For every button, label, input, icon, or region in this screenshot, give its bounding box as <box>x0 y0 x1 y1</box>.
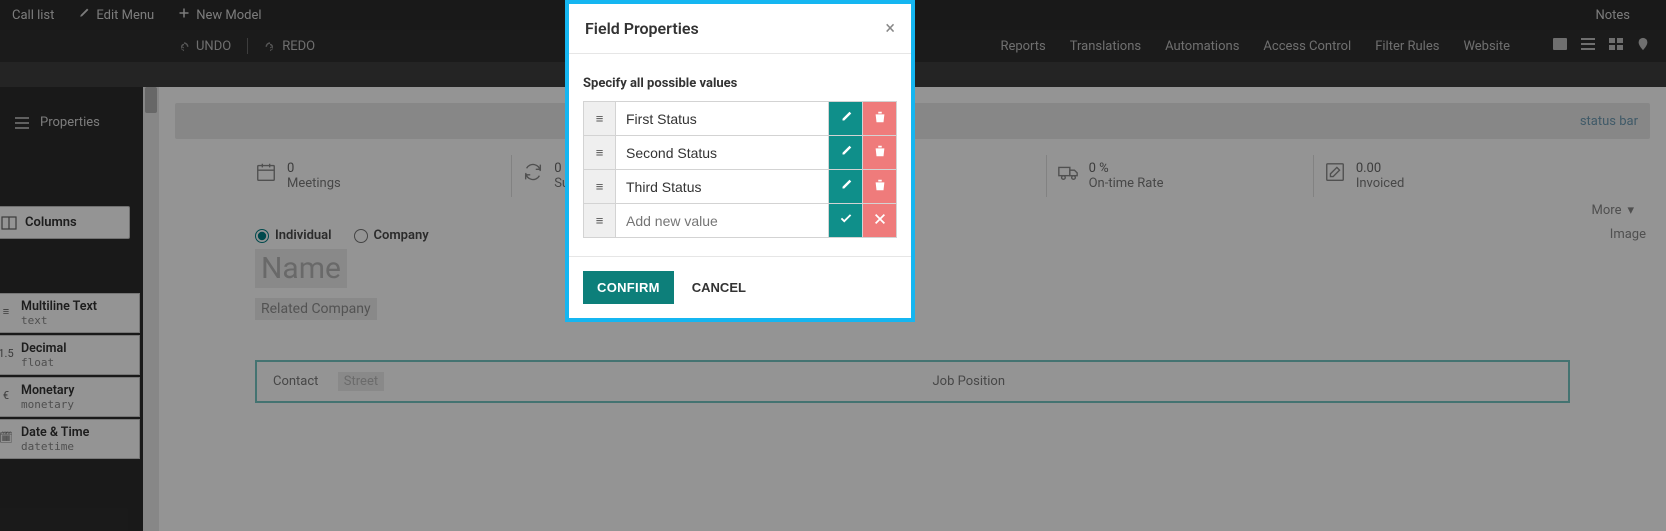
delete-value-button[interactable] <box>863 170 897 204</box>
edit-value-button[interactable] <box>829 102 863 136</box>
value-input[interactable] <box>616 103 828 135</box>
value-row: ≡ <box>584 136 897 170</box>
delete-value-button[interactable] <box>863 102 897 136</box>
check-icon <box>839 212 853 226</box>
new-value-row: ≡ <box>584 204 897 238</box>
x-icon <box>873 212 887 226</box>
delete-value-button[interactable] <box>863 136 897 170</box>
confirm-value-button[interactable] <box>829 204 863 238</box>
field-properties-modal: Field Properties × Specify all possible … <box>565 0 915 322</box>
confirm-button[interactable]: CONFIRM <box>583 271 674 304</box>
modal-title: Field Properties <box>585 19 699 38</box>
value-input[interactable] <box>616 171 828 203</box>
close-icon[interactable]: × <box>885 18 895 39</box>
edit-value-button[interactable] <box>829 136 863 170</box>
drag-handle-icon[interactable]: ≡ <box>584 102 616 136</box>
specify-values-label: Specify all possible values <box>583 76 897 91</box>
cancel-value-button[interactable] <box>863 204 897 238</box>
value-input[interactable] <box>616 137 828 169</box>
drag-handle-icon[interactable]: ≡ <box>584 170 616 204</box>
pencil-icon <box>839 110 853 124</box>
drag-handle-icon[interactable]: ≡ <box>584 204 616 238</box>
value-row: ≡ <box>584 102 897 136</box>
trash-icon <box>873 110 887 124</box>
drag-handle-icon[interactable]: ≡ <box>584 136 616 170</box>
cancel-button[interactable]: CANCEL <box>692 280 746 295</box>
new-value-input[interactable] <box>616 205 828 237</box>
edit-value-button[interactable] <box>829 170 863 204</box>
value-row: ≡ <box>584 170 897 204</box>
values-table: ≡ ≡ ≡ ≡ <box>583 101 897 238</box>
